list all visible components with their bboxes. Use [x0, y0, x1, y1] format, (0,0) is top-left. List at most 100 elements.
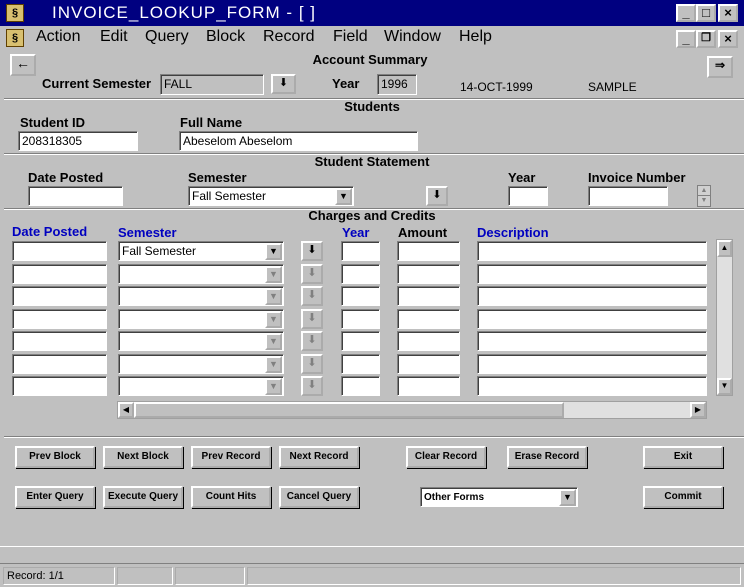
row-lov-icon[interactable]: ⬇: [301, 354, 323, 374]
row-description[interactable]: [477, 264, 707, 284]
oracle-forms-app-icon[interactable]: §: [6, 4, 24, 22]
scroll-left-icon[interactable]: ◀: [118, 402, 134, 418]
invoice-number-field[interactable]: [588, 186, 668, 206]
row-date-posted[interactable]: [12, 331, 107, 351]
enter-query-button[interactable]: Enter Query: [15, 486, 95, 508]
maximize-icon[interactable]: □: [696, 4, 716, 22]
statement-date-posted-field[interactable]: [28, 186, 123, 206]
current-semester-field[interactable]: FALL: [160, 74, 264, 95]
next-record-button[interactable]: Next Record: [279, 446, 359, 468]
menu-block[interactable]: Block: [206, 28, 245, 46]
semester-lov-icon[interactable]: ⬇: [271, 74, 296, 94]
close-icon[interactable]: ×: [718, 4, 738, 22]
row-amount[interactable]: [397, 241, 460, 261]
forward-arrow-icon[interactable]: ⇒: [707, 56, 733, 78]
row-year[interactable]: [341, 241, 380, 261]
row-description[interactable]: [477, 241, 707, 261]
other-forms-select[interactable]: Other Forms: [420, 487, 578, 507]
chevron-down-icon[interactable]: ▼: [265, 288, 282, 305]
commit-button[interactable]: Commit: [643, 486, 723, 508]
row-amount[interactable]: [397, 331, 460, 351]
prev-record-button[interactable]: Prev Record: [191, 446, 271, 468]
row-year[interactable]: [341, 286, 380, 306]
row-year[interactable]: [341, 309, 380, 329]
row-lov-icon[interactable]: ⬇: [301, 241, 323, 261]
chevron-down-icon[interactable]: ▼: [559, 489, 576, 506]
row-lov-icon[interactable]: ⬇: [301, 309, 323, 329]
minimize-icon[interactable]: _: [676, 4, 696, 22]
row-amount[interactable]: [397, 309, 460, 329]
row-year[interactable]: [341, 331, 380, 351]
prev-block-button[interactable]: Prev Block: [15, 446, 95, 468]
erase-record-button[interactable]: Erase Record: [507, 446, 587, 468]
chevron-down-icon[interactable]: ▼: [265, 378, 282, 395]
menu-record[interactable]: Record: [263, 28, 315, 46]
row-semester-select[interactable]: [118, 264, 284, 284]
row-description[interactable]: [477, 286, 707, 306]
scroll-up-icon[interactable]: ▲: [698, 186, 710, 196]
clear-record-button[interactable]: Clear Record: [406, 446, 486, 468]
row-semester-select[interactable]: Fall Semester: [118, 241, 284, 261]
chevron-down-icon[interactable]: ▼: [265, 266, 282, 283]
student-id-field[interactable]: 208318305: [18, 131, 138, 151]
row-semester-select[interactable]: [118, 354, 284, 374]
next-block-button[interactable]: Next Block: [103, 446, 183, 468]
row-description[interactable]: [477, 309, 707, 329]
doc-restore-icon[interactable]: ❐: [696, 30, 716, 48]
row-lov-icon[interactable]: ⬇: [301, 376, 323, 396]
row-description[interactable]: [477, 354, 707, 374]
statement-semester-select[interactable]: Fall Semester: [188, 186, 354, 206]
scroll-thumb[interactable]: [134, 402, 564, 418]
row-lov-icon[interactable]: ⬇: [301, 264, 323, 284]
scroll-down-icon[interactable]: ▼: [698, 196, 710, 206]
count-hits-button[interactable]: Count Hits: [191, 486, 271, 508]
menu-window[interactable]: Window: [384, 28, 441, 46]
statement-lov-icon[interactable]: ⬇: [426, 186, 448, 206]
row-semester-select[interactable]: [118, 376, 284, 396]
row-description[interactable]: [477, 376, 707, 396]
row-semester-select[interactable]: [118, 309, 284, 329]
row-semester-select[interactable]: [118, 286, 284, 306]
chevron-down-icon[interactable]: ▼: [335, 188, 352, 205]
chevron-down-icon[interactable]: ▼: [265, 243, 282, 260]
row-date-posted[interactable]: [12, 309, 107, 329]
doc-close-icon[interactable]: ×: [718, 30, 738, 48]
scroll-down-icon[interactable]: ▼: [717, 378, 732, 395]
menu-query[interactable]: Query: [145, 28, 189, 46]
row-lov-icon[interactable]: ⬇: [301, 331, 323, 351]
row-semester-select[interactable]: [118, 331, 284, 351]
execute-query-button[interactable]: Execute Query: [103, 486, 183, 508]
menu-help[interactable]: Help: [459, 28, 492, 46]
chevron-down-icon[interactable]: ▼: [265, 311, 282, 328]
menu-field[interactable]: Field: [333, 28, 368, 46]
row-year[interactable]: [341, 376, 380, 396]
row-date-posted[interactable]: [12, 376, 107, 396]
row-year[interactable]: [341, 354, 380, 374]
row-lov-icon[interactable]: ⬇: [301, 286, 323, 306]
row-amount[interactable]: [397, 286, 460, 306]
exit-button[interactable]: Exit: [643, 446, 723, 468]
menu-edit[interactable]: Edit: [100, 28, 128, 46]
row-amount[interactable]: [397, 376, 460, 396]
charges-vertical-scrollbar[interactable]: ▲ ▼: [716, 239, 733, 396]
statement-year-field[interactable]: [508, 186, 548, 206]
full-name-field[interactable]: Abeselom Abeselom: [179, 131, 418, 151]
scroll-up-icon[interactable]: ▲: [717, 240, 732, 257]
scroll-right-icon[interactable]: ▶: [690, 402, 706, 418]
row-year[interactable]: [341, 264, 380, 284]
row-amount[interactable]: [397, 354, 460, 374]
row-description[interactable]: [477, 331, 707, 351]
row-amount[interactable]: [397, 264, 460, 284]
row-date-posted[interactable]: [12, 354, 107, 374]
row-date-posted[interactable]: [12, 264, 107, 284]
back-arrow-icon[interactable]: ←: [10, 54, 36, 76]
cancel-query-button[interactable]: Cancel Query: [279, 486, 359, 508]
doc-minimize-icon[interactable]: _: [676, 30, 696, 48]
charges-horizontal-scrollbar[interactable]: ◀ ▶: [117, 401, 707, 419]
menu-action[interactable]: Action: [36, 28, 80, 46]
year-field[interactable]: 1996: [377, 74, 417, 95]
invoice-scrollbar[interactable]: ▲ ▼: [697, 185, 711, 207]
document-window-icon[interactable]: §: [6, 29, 24, 47]
chevron-down-icon[interactable]: ▼: [265, 333, 282, 350]
row-date-posted[interactable]: [12, 241, 107, 261]
